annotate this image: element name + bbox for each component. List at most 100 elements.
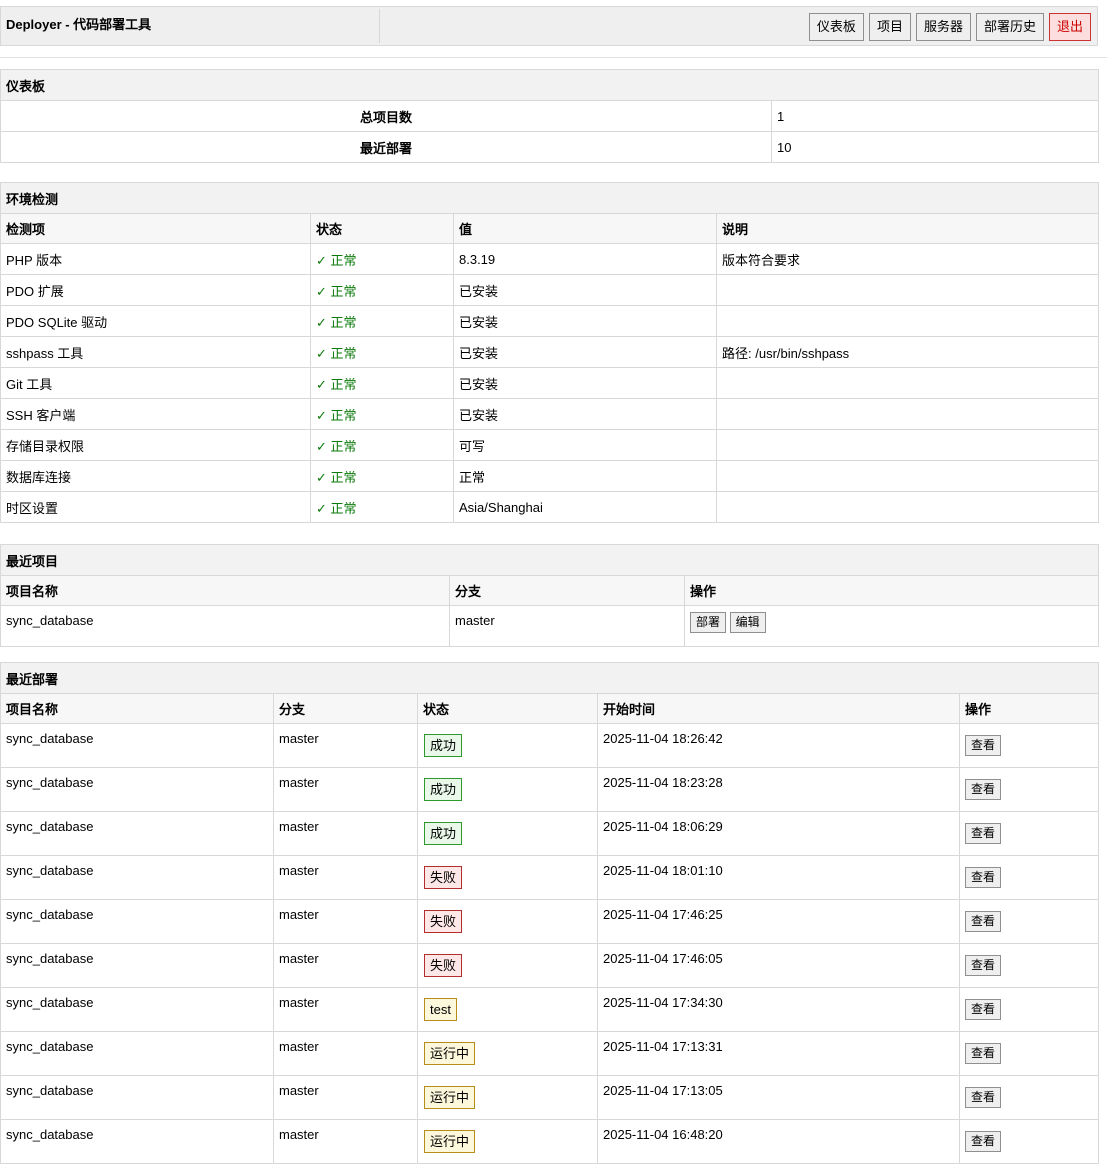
env-item-name: 存储目录权限 [0,429,311,461]
env-item-status: ✓ 正常 [310,274,454,306]
deploy-project-name: sync_database [0,1075,274,1120]
env-item-status: ✓ 正常 [310,367,454,399]
logout-button[interactable]: 退出 [1048,13,1091,41]
header-separator [0,57,1107,58]
top-nav: 仪表板 项目 服务器 部署历史 退出 [808,13,1091,41]
status-badge: 运行中 [424,1042,476,1065]
table-row: sync_database master 失败 2025-11-04 17:46:25… [0,899,1100,944]
deploy-branch: master [273,855,418,900]
col-header-actions: 操作 [683,575,1100,606]
view-button[interactable]: 查看 [965,735,1002,756]
col-header-start-time: 开始时间 [597,693,960,724]
env-item-name: PDO SQLite 驱动 [0,305,311,337]
env-item-note [715,398,1100,430]
env-item-status: ✓ 正常 [310,491,454,523]
table-row: SSH 客户端 ✓ 正常 已安装 [0,398,1100,430]
deploy-actions-cell: 查看 [958,1075,1100,1120]
deploy-actions-cell: 查看 [958,1119,1100,1164]
table-row: sync_database master 成功 2025-11-04 18:26:42… [0,723,1100,768]
env-item-value: 已安装 [453,398,717,430]
env-item-value: 已安装 [453,274,717,306]
nav-dashboard-button[interactable]: 仪表板 [808,13,864,41]
stat-label: 总项目数 [0,100,772,132]
col-header-branch: 分支 [449,575,685,606]
env-item-name: PDO 扩展 [0,274,311,306]
env-item-value: 已安装 [453,367,717,399]
table-row: sync_database master 运行中 2025-11-04 16:48:2… [0,1119,1100,1164]
col-header-status: 状态 [310,213,454,244]
deploy-project-name: sync_database [0,1119,274,1164]
deploy-branch: master [273,899,418,944]
env-item-status: ✓ 正常 [310,243,454,275]
deploy-branch: master [273,811,418,856]
deploy-status-cell: 成功 [417,811,598,856]
table-row: sshpass 工具 ✓ 正常 已安装 路径: /usr/bin/sshpass [0,336,1100,368]
env-item-value: 8.3.19 [453,243,717,275]
view-button[interactable]: 查看 [965,867,1002,888]
table-row: sync_database master 成功 2025-11-04 18:06:29… [0,811,1100,856]
env-item-note [715,305,1100,337]
deploy-branch: master [273,987,418,1032]
view-button[interactable]: 查看 [965,779,1002,800]
deploy-project-name: sync_database [0,987,274,1032]
deploy-actions-cell: 查看 [958,811,1100,856]
env-check-table: 环境检测 检测项 状态 值 说明 PHP 版本 ✓ 正常 8.3.19 版本符合要求 P… [0,182,1100,523]
col-header-value: 值 [453,213,717,244]
table-row: PDO 扩展 ✓ 正常 已安装 [0,274,1100,306]
deploy-button[interactable]: 部署 [690,612,727,633]
status-badge: test [424,998,457,1021]
nav-history-button[interactable]: 部署历史 [975,13,1044,41]
view-button[interactable]: 查看 [965,1131,1002,1152]
nav-servers-button[interactable]: 服务器 [915,13,971,41]
deploy-branch: master [273,723,418,768]
deploy-actions-cell: 查看 [958,855,1100,900]
view-button[interactable]: 查看 [965,823,1002,844]
env-item-value: 正常 [453,460,717,492]
table-row: sync_database master 运行中 2025-11-04 17:13:3… [0,1031,1100,1076]
col-header-project-name: 项目名称 [0,575,450,606]
view-button[interactable]: 查看 [965,999,1002,1020]
nav-projects-button[interactable]: 项目 [868,13,911,41]
deploy-start-time: 2025-11-04 17:46:05 [597,943,960,988]
deploy-status-cell: 运行中 [417,1075,598,1120]
app-header: Deployer - 代码部署工具 仪表板 项目 服务器 部署历史 退出 [0,6,1098,46]
status-badge: 失败 [424,910,463,933]
project-name: sync_database [0,605,450,647]
env-item-name: Git 工具 [0,367,311,399]
env-item-value: 已安装 [453,305,717,337]
deploy-start-time: 2025-11-04 17:13:05 [597,1075,960,1120]
deploy-actions-cell: 查看 [958,899,1100,944]
deploy-actions-cell: 查看 [958,723,1100,768]
deploy-branch: master [273,1031,418,1076]
view-button[interactable]: 查看 [965,1087,1002,1108]
table-row: sync_database master 失败 2025-11-04 18:01:10… [0,855,1100,900]
env-item-status: ✓ 正常 [310,398,454,430]
recent-projects-table: 最近项目 项目名称 分支 操作 sync_database master 部署 … [0,544,1100,647]
deploy-branch: master [273,1075,418,1120]
status-badge: 成功 [424,822,463,845]
edit-button[interactable]: 编辑 [729,612,766,633]
env-item-note [715,367,1100,399]
recent-deploys-table: 最近部署 项目名称 分支 状态 开始时间 操作 sync_database mas… [0,662,1100,1164]
env-item-name: PHP 版本 [0,243,311,275]
deploy-status-cell: 成功 [417,723,598,768]
table-row: sync_database master 失败 2025-11-04 17:46:05… [0,943,1100,988]
view-button[interactable]: 查看 [965,911,1002,932]
env-item-note: 版本符合要求 [715,243,1100,275]
table-row: PHP 版本 ✓ 正常 8.3.19 版本符合要求 [0,243,1100,275]
deploy-start-time: 2025-11-04 18:06:29 [597,811,960,856]
deploy-start-time: 2025-11-04 18:23:28 [597,767,960,812]
table-row: Git 工具 ✓ 正常 已安装 [0,367,1100,399]
view-button[interactable]: 查看 [965,955,1002,976]
env-item-name: SSH 客户端 [0,398,311,430]
deploy-status-cell: 失败 [417,899,598,944]
deploy-start-time: 2025-11-04 18:26:42 [597,723,960,768]
deploy-project-name: sync_database [0,811,274,856]
deploy-project-name: sync_database [0,899,274,944]
deploy-status-cell: test [417,987,598,1032]
table-row: PDO SQLite 驱动 ✓ 正常 已安装 [0,305,1100,337]
table-row: 时区设置 ✓ 正常 Asia/Shanghai [0,491,1100,523]
header-divider [379,9,380,43]
env-item-status: ✓ 正常 [310,429,454,461]
view-button[interactable]: 查看 [965,1043,1002,1064]
